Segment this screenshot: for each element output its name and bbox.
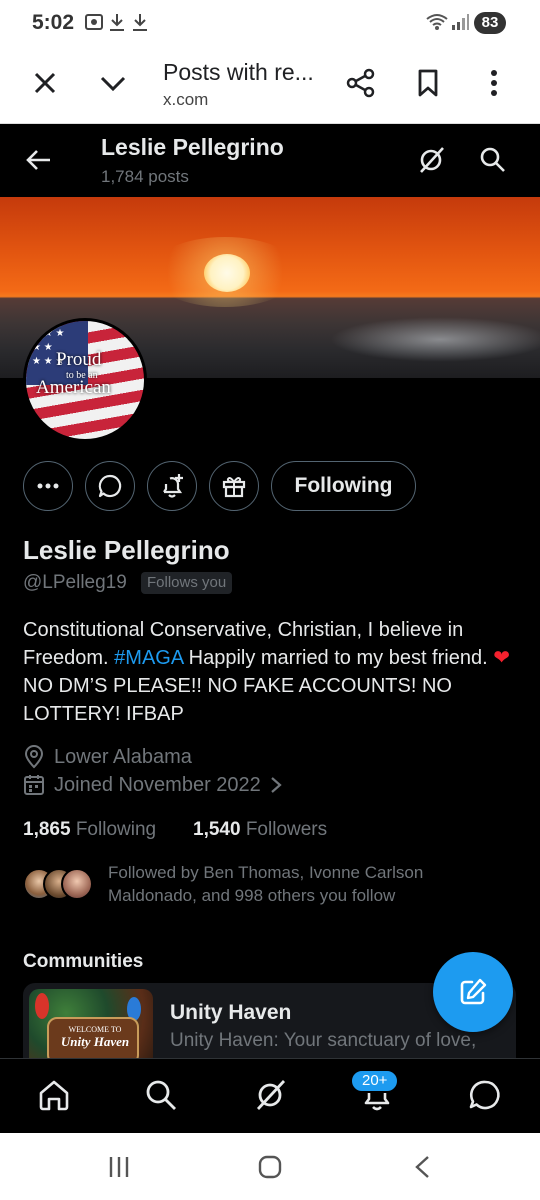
sun bbox=[204, 254, 250, 292]
profile-bio: Constitutional Conservative, Christian, … bbox=[23, 616, 523, 728]
status-bar: 5:02 83 bbox=[0, 0, 540, 46]
profile-name: Leslie Pellegrino bbox=[23, 535, 230, 565]
browser-toolbar: Posts with re... x.com bbox=[0, 46, 540, 124]
following-button[interactable]: Following bbox=[271, 461, 416, 511]
grok-icon[interactable] bbox=[416, 145, 446, 175]
chevron-down-icon[interactable] bbox=[98, 68, 128, 98]
home-icon[interactable] bbox=[37, 1078, 71, 1112]
more-vert-icon[interactable] bbox=[486, 68, 502, 98]
followers-count-label: Followers bbox=[245, 819, 328, 840]
community-name: Unity Haven bbox=[170, 1001, 292, 1024]
joined-text: Joined November 2022 bbox=[54, 773, 261, 796]
back-button-icon[interactable] bbox=[410, 1154, 436, 1180]
community-image: WELCOME TO Unity Haven bbox=[29, 989, 153, 1058]
following-count-link[interactable]: 1,865 Following bbox=[23, 819, 156, 841]
bookmark-icon[interactable] bbox=[416, 68, 440, 98]
follows-you-badge: Follows you bbox=[141, 572, 233, 594]
community-description: Unity Haven: Your sanctuary of love, bbox=[170, 1030, 477, 1051]
search-icon[interactable] bbox=[478, 145, 508, 175]
notifications-badge: 20+ bbox=[350, 1069, 400, 1093]
message-button[interactable] bbox=[85, 461, 135, 511]
following-count-label: Following bbox=[75, 819, 157, 840]
share-icon[interactable] bbox=[346, 68, 376, 98]
explore-search-icon[interactable] bbox=[144, 1078, 178, 1112]
bio-text-3: NO DM’S PLEASE!! NO FAKE ACCOUNTS! NO LO… bbox=[23, 675, 452, 725]
followed-by-text[interactable]: Followed by Ben Thomas, Ivonne Carlson M… bbox=[108, 861, 508, 907]
profile-joined-date[interactable]: Joined November 2022 bbox=[23, 772, 292, 798]
community-plaque: WELCOME TO Unity Haven bbox=[47, 1017, 139, 1058]
avatar-text-american: American bbox=[36, 377, 111, 398]
more-horiz-icon bbox=[37, 483, 59, 489]
browser-url[interactable]: x.com bbox=[163, 90, 208, 110]
calendar-icon bbox=[24, 775, 44, 795]
compose-post-button[interactable] bbox=[433, 952, 513, 1032]
download-icon bbox=[110, 14, 124, 31]
close-icon[interactable] bbox=[32, 68, 58, 98]
home-button-icon[interactable] bbox=[257, 1154, 283, 1180]
profile-location: Lower Alabama bbox=[23, 744, 192, 770]
parrot-red bbox=[35, 993, 49, 1019]
gift-button[interactable] bbox=[209, 461, 259, 511]
profile-avatar[interactable]: Proud to be an American bbox=[23, 318, 147, 442]
profile-handle: @LPelleg19 bbox=[23, 572, 127, 593]
chevron-right-icon bbox=[271, 777, 282, 793]
bell-plus-icon bbox=[163, 474, 183, 498]
community-image-title: Unity Haven bbox=[60, 1034, 130, 1049]
followers-count-link[interactable]: 1,540 Followers bbox=[193, 819, 327, 841]
bottom-navigation: 20+ bbox=[0, 1058, 540, 1133]
browser-page-title[interactable]: Posts with re... bbox=[163, 59, 314, 86]
grok-nav-icon[interactable] bbox=[253, 1078, 287, 1112]
profile-header-bar: Leslie Pellegrino 1,784 posts bbox=[0, 124, 540, 197]
status-time: 5:02 bbox=[32, 11, 75, 34]
notifications-subscribe-button[interactable] bbox=[147, 461, 197, 511]
header-post-count: 1,784 posts bbox=[101, 167, 189, 186]
back-arrow-icon[interactable] bbox=[24, 145, 52, 175]
wifi-icon bbox=[426, 14, 448, 30]
header-name: Leslie Pellegrino bbox=[101, 134, 284, 160]
compose-icon bbox=[460, 978, 487, 1005]
battery-indicator: 83 bbox=[474, 12, 506, 34]
wave-surf bbox=[330, 317, 540, 362]
following-count: 1,865 bbox=[23, 819, 71, 840]
more-options-button[interactable] bbox=[23, 461, 73, 511]
bio-hashtag-link[interactable]: #MAGA bbox=[114, 647, 183, 669]
avatar-text-proud: Proud bbox=[56, 349, 102, 370]
location-pin-icon bbox=[24, 745, 44, 769]
followers-count: 1,540 bbox=[193, 819, 241, 840]
message-bubble-icon bbox=[98, 474, 122, 498]
heart-emoji: ❤ bbox=[493, 647, 510, 669]
gift-icon bbox=[222, 477, 246, 498]
download-icon-2 bbox=[133, 14, 147, 31]
communities-heading: Communities bbox=[23, 951, 144, 972]
signal-icon bbox=[452, 14, 469, 30]
mutual-avatar-3 bbox=[61, 868, 93, 900]
recent-apps-icon[interactable] bbox=[106, 1154, 132, 1180]
system-navigation-bar bbox=[0, 1133, 540, 1200]
bio-text-2: Happily married to my best friend. bbox=[183, 647, 494, 669]
location-text: Lower Alabama bbox=[54, 745, 192, 768]
screenshot-icon bbox=[85, 14, 103, 30]
community-image-welcome: WELCOME TO bbox=[68, 1025, 122, 1034]
messages-icon[interactable] bbox=[468, 1078, 502, 1112]
mutual-followers-avatars[interactable] bbox=[23, 868, 93, 900]
